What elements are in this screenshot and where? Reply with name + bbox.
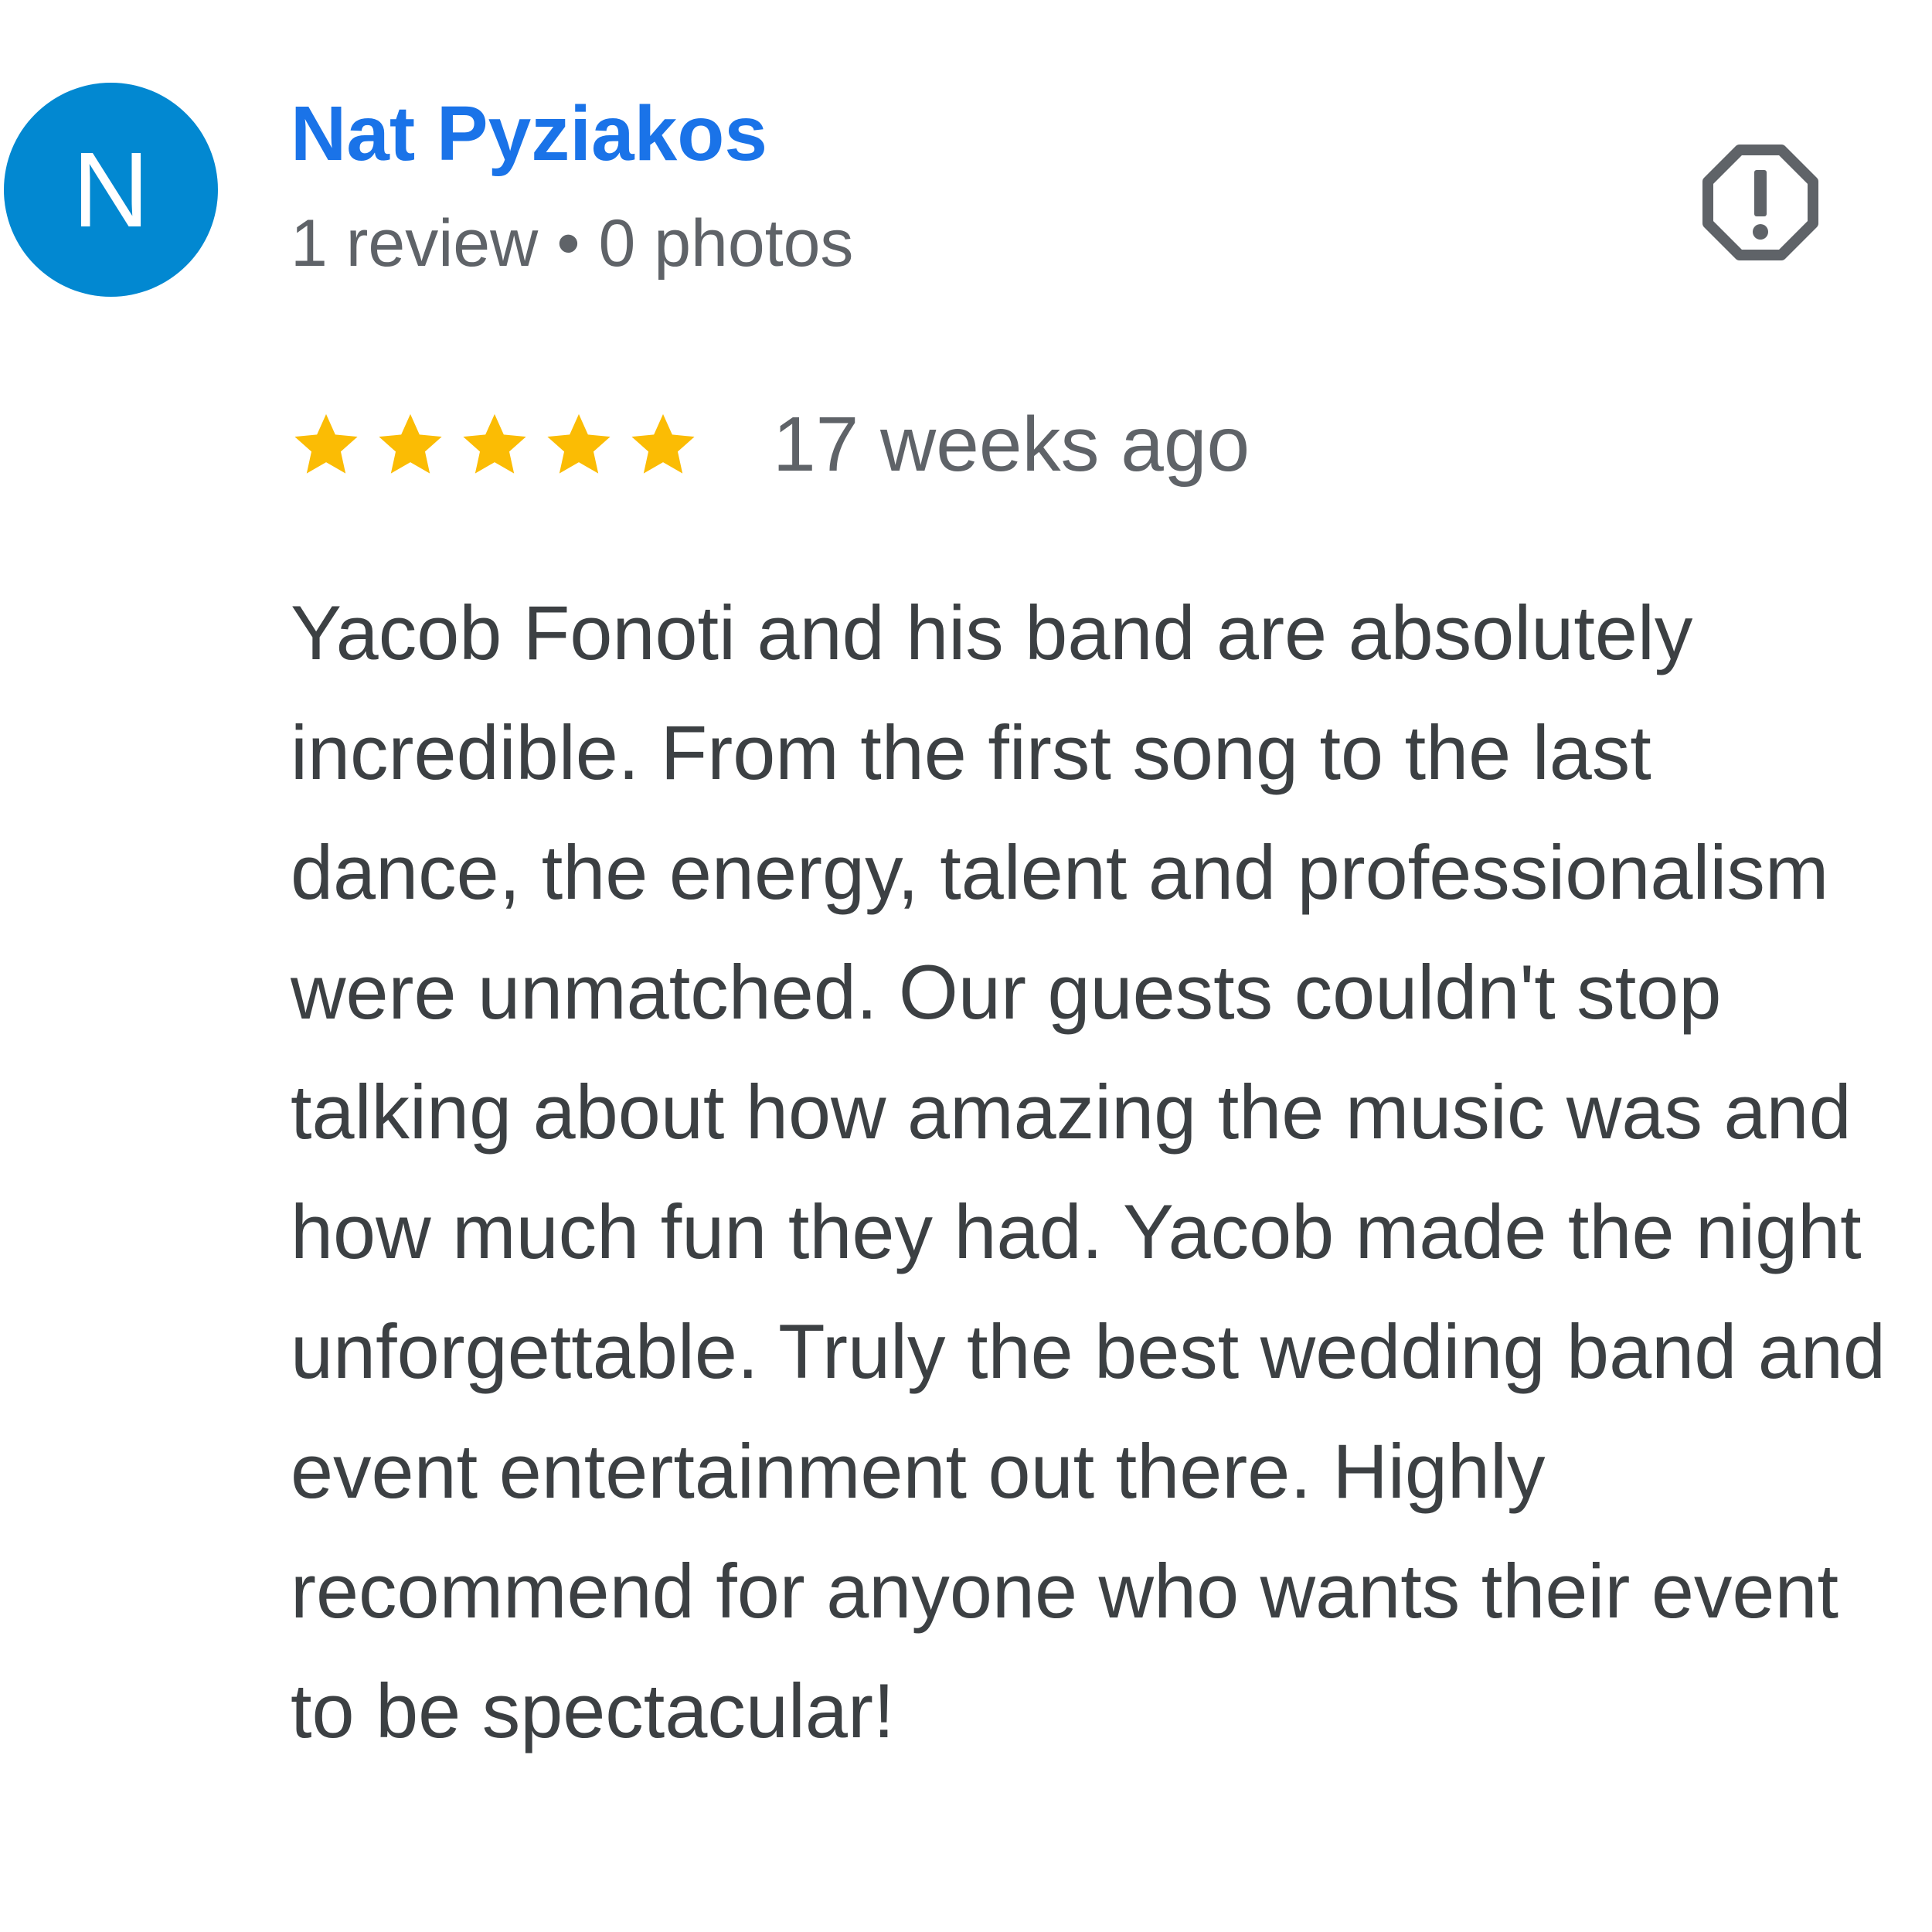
review-card: N Nat Pyziakos 1 review • 0 photos 17 we… [0,0,1932,1932]
review-count: 1 review [291,206,539,281]
reviewer-avatar[interactable]: N [4,83,218,297]
star-icon [628,409,699,480]
reviewer-name[interactable]: Nat Pyziakos [291,91,767,176]
meta-separator: • [556,206,580,281]
star-icon [543,409,614,480]
rating-row: 17 weeks ago [291,402,1250,487]
star-icon [291,409,362,480]
photo-count: 0 photos [598,206,854,281]
review-text: Yacob Fonoti and his band are absolutely… [291,590,1886,1753]
star-icon [459,409,530,480]
report-icon [1702,145,1818,260]
reviewer-meta: 1 review • 0 photos [291,207,853,281]
avatar-letter: N [72,130,150,250]
review-date: 17 weeks ago [773,401,1250,488]
report-button[interactable] [1699,141,1822,264]
star-icon [375,409,446,480]
star-rating [291,409,699,480]
